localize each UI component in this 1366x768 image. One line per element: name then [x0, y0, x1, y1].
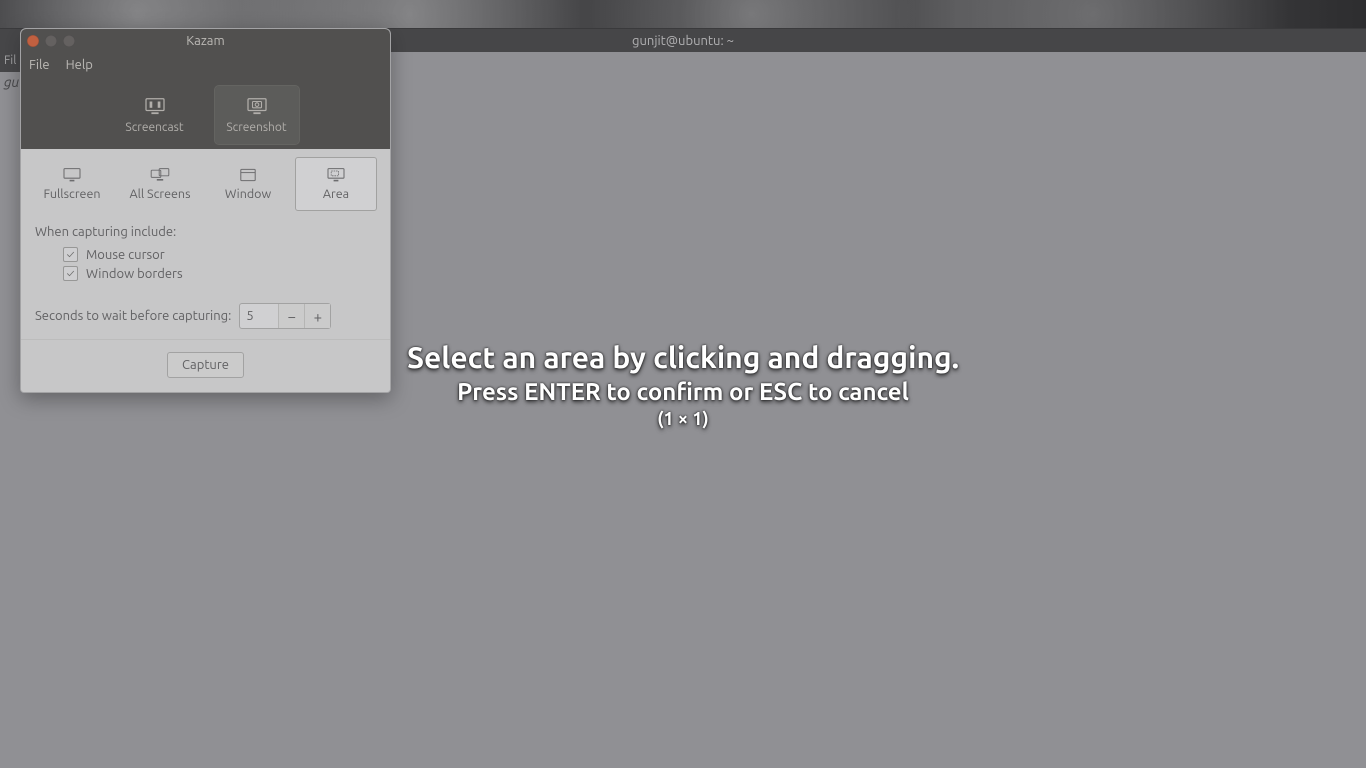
checkbox-window-borders[interactable]: ✓: [63, 266, 78, 281]
screenshot-icon: [246, 97, 268, 115]
capture-target-row: Fullscreen All Screens Window: [21, 149, 390, 219]
screencast-icon: [144, 97, 166, 115]
wait-seconds-increment[interactable]: +: [304, 304, 330, 328]
wait-label: Seconds to wait before capturing:: [35, 309, 231, 323]
kazam-mode-toolbar: Screencast Screenshot: [21, 77, 390, 149]
kazam-titlebar[interactable]: Kazam: [21, 29, 390, 53]
include-label: When capturing include:: [35, 225, 376, 239]
menu-file[interactable]: File: [29, 58, 50, 72]
target-all-screens[interactable]: All Screens: [119, 157, 201, 211]
target-fullscreen-label: Fullscreen: [44, 187, 101, 201]
window-icon: [238, 167, 258, 183]
checkbox-mouse-cursor-label: Mouse cursor: [86, 248, 165, 262]
kazam-title-text: Kazam: [21, 34, 390, 48]
desktop-wallpaper: [0, 0, 1366, 28]
window-close-button[interactable]: [27, 35, 39, 47]
area-monitor-icon: [326, 167, 346, 183]
fullscreen-monitor-icon: [62, 167, 82, 183]
checkbox-mouse-cursor[interactable]: ✓: [63, 247, 78, 262]
mode-screenshot[interactable]: Screenshot: [215, 86, 299, 144]
wait-seconds-decrement[interactable]: −: [278, 304, 304, 328]
kazam-menubar: File Help: [21, 53, 390, 77]
menu-help[interactable]: Help: [66, 58, 93, 72]
overlay-dimensions: (1 × 1): [0, 409, 1366, 429]
window-maximize-button[interactable]: [63, 35, 75, 47]
checkbox-window-borders-label: Window borders: [86, 267, 183, 281]
kazam-window: Kazam File Help Screencast Screenshot: [20, 28, 391, 393]
mode-screenshot-label: Screenshot: [226, 121, 286, 134]
target-area[interactable]: Area: [295, 157, 377, 211]
terminal-title-text: gunjit@ubuntu: ~: [632, 34, 734, 48]
window-minimize-button[interactable]: [45, 35, 57, 47]
target-area-label: Area: [323, 187, 349, 201]
mode-screencast[interactable]: Screencast: [113, 86, 197, 144]
wait-seconds-spinbox[interactable]: − +: [239, 303, 331, 329]
target-fullscreen[interactable]: Fullscreen: [31, 157, 113, 211]
target-all-screens-label: All Screens: [130, 187, 191, 201]
wait-seconds-input[interactable]: [240, 309, 278, 323]
capture-button[interactable]: Capture: [167, 352, 244, 378]
target-window[interactable]: Window: [207, 157, 289, 211]
mode-screencast-label: Screencast: [125, 121, 183, 134]
target-window-label: Window: [225, 187, 271, 201]
all-screens-icon: [150, 167, 170, 183]
